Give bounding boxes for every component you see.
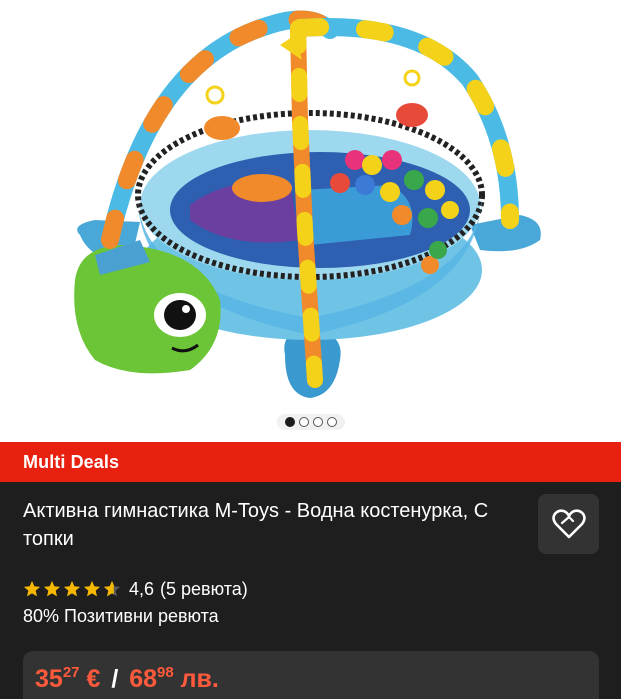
price-lev-cents: 98	[157, 664, 174, 681]
price-lev-currency: лв.	[173, 665, 219, 693]
half-star-icon	[103, 580, 121, 597]
price: 3527 € / 6898 лв.	[35, 664, 219, 694]
multi-deals-banner: Multi Deals	[0, 442, 621, 482]
price-euro-main: 35	[35, 665, 63, 693]
price-euro-cents: 27	[62, 664, 80, 681]
star-icon	[23, 580, 41, 597]
page-dot-2[interactable]	[299, 417, 309, 427]
review-count-link[interactable]: (5 ревюта)	[160, 579, 248, 600]
product-image	[74, 10, 541, 398]
price-card: 3527 € / 6898 лв.	[23, 651, 599, 699]
star-icon	[83, 580, 101, 597]
price-separator: /	[111, 665, 119, 693]
page-dot-3[interactable]	[313, 417, 323, 427]
rating-value: 4,6	[129, 578, 155, 599]
add-to-favorites-button[interactable]	[538, 494, 599, 554]
product-rating[interactable]: 4,6 (5 ревюта)	[23, 577, 248, 601]
rating-stars	[23, 580, 121, 598]
image-page-indicator[interactable]	[277, 414, 345, 430]
product-title: Активна гимнастика M-Toys - Водна костен…	[23, 500, 489, 550]
page-dot-1[interactable]	[285, 417, 295, 427]
price-euro-currency: €	[79, 665, 101, 693]
product-image-gallery[interactable]	[0, 0, 621, 442]
star-icon	[63, 580, 81, 597]
price-lev-main: 68	[129, 665, 158, 693]
positive-reviews: 80% Позитивни ревюта	[23, 606, 219, 626]
heart-outline-icon	[551, 509, 586, 539]
product-page: Multi Deals Активна гимнастика M-Toys - …	[0, 0, 621, 699]
star-icon	[43, 580, 61, 597]
page-dot-4[interactable]	[327, 417, 337, 427]
banner-label: Multi Deals	[23, 451, 120, 472]
